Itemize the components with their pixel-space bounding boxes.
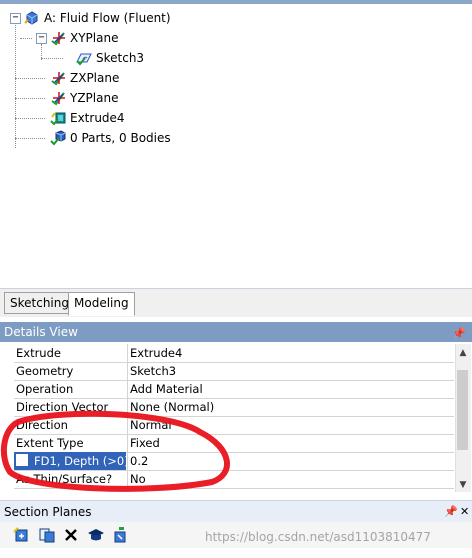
tree-item-zxplane[interactable]: ZXPlane bbox=[50, 69, 119, 87]
tree-connector bbox=[15, 118, 45, 119]
details-view-header: Details View 📌 bbox=[0, 322, 472, 342]
tree-item-parts-bodies[interactable]: 0 Parts, 0 Bodies bbox=[50, 129, 171, 147]
copy-section-icon[interactable] bbox=[38, 526, 56, 544]
tree-item-sketch3[interactable]: Sketch3 bbox=[76, 49, 144, 67]
details-row[interactable]: Geometry Sketch3 bbox=[14, 362, 454, 381]
scroll-down-icon[interactable]: ▼ bbox=[455, 478, 471, 492]
delete-icon[interactable] bbox=[62, 526, 80, 544]
details-row[interactable]: Extrude Extrude4 bbox=[14, 344, 454, 363]
tree-connector bbox=[20, 38, 32, 39]
tree-item-xyplane[interactable]: XYPlane bbox=[50, 29, 118, 47]
details-scroll-thumb[interactable] bbox=[457, 370, 468, 450]
tree-connector bbox=[41, 58, 63, 59]
property-value[interactable]: None (Normal) bbox=[127, 398, 455, 416]
watermark-text: https://blog.csdn.net/asd1103810477 bbox=[205, 530, 431, 544]
edit-icon[interactable] bbox=[111, 526, 129, 544]
property-name: Operation bbox=[16, 382, 74, 396]
pin-icon[interactable]: 📌 bbox=[444, 501, 458, 523]
property-value[interactable]: Fixed bbox=[127, 434, 455, 452]
parameter-checkbox[interactable] bbox=[16, 454, 28, 466]
details-row[interactable]: Extent Type Fixed bbox=[14, 434, 454, 453]
tree-item-label: ZXPlane bbox=[70, 71, 120, 85]
tree-root-item[interactable]: A: Fluid Flow (Fluent) bbox=[24, 9, 171, 27]
scroll-up-icon[interactable]: ▲ bbox=[455, 346, 471, 360]
sketch-icon bbox=[76, 50, 92, 66]
plane-axes-icon bbox=[50, 30, 66, 46]
tree-collapse-toggle[interactable]: − bbox=[10, 13, 21, 24]
tab-modeling[interactable]: Modeling bbox=[68, 292, 135, 316]
section-planes-header: Section Planes 📌 ✕ bbox=[0, 500, 472, 522]
details-row-selected[interactable]: FD1, Depth (>0) 0.2 bbox=[14, 452, 454, 471]
tree-connector bbox=[15, 78, 45, 79]
extrude-icon bbox=[50, 110, 66, 126]
property-name-text: FD1, Depth (>0) bbox=[34, 454, 126, 468]
graduation-cap-icon[interactable] bbox=[87, 526, 105, 544]
details-row[interactable]: Operation Add Material bbox=[14, 380, 454, 399]
tab-sketching[interactable]: Sketching bbox=[4, 292, 75, 314]
property-value[interactable]: No bbox=[127, 470, 455, 488]
details-row[interactable]: Direction Vector None (Normal) bbox=[14, 398, 454, 417]
tree-connector bbox=[15, 22, 16, 148]
tree-item-label: Sketch3 bbox=[96, 51, 145, 65]
new-section-plane-icon[interactable] bbox=[12, 526, 30, 544]
tree-root-label: A: Fluid Flow (Fluent) bbox=[44, 11, 171, 25]
property-value[interactable]: Extrude4 bbox=[127, 344, 455, 362]
tree-connector bbox=[15, 138, 45, 139]
tree-item-yzplane[interactable]: YZPlane bbox=[50, 89, 118, 107]
property-value[interactable]: 0.2 bbox=[127, 452, 455, 470]
tree-panel-top-edge bbox=[0, 0, 472, 4]
property-name: Direction Vector bbox=[16, 400, 109, 414]
tree-item-label: 0 Parts, 0 Bodies bbox=[70, 131, 171, 145]
property-name: Direction bbox=[16, 418, 68, 432]
details-view-title: Details View bbox=[4, 325, 78, 339]
property-name: FD1, Depth (>0) bbox=[14, 452, 126, 470]
property-name: Extrude bbox=[16, 346, 61, 360]
property-name: Extent Type bbox=[16, 436, 84, 450]
pin-icon[interactable]: 📌 bbox=[452, 324, 466, 344]
parts-bodies-icon bbox=[50, 130, 66, 146]
property-name: Geometry bbox=[16, 364, 74, 378]
property-value[interactable]: Sketch3 bbox=[127, 362, 455, 380]
property-name: As Thin/Surface? bbox=[16, 472, 113, 486]
tree-connector bbox=[15, 98, 45, 99]
tree-item-extrude4[interactable]: Extrude4 bbox=[50, 109, 125, 127]
plane-axes-icon bbox=[50, 70, 66, 86]
section-planes-list bbox=[0, 548, 472, 558]
property-value[interactable]: Add Material bbox=[127, 380, 455, 398]
close-icon[interactable]: ✕ bbox=[460, 501, 469, 523]
tree-item-label: YZPlane bbox=[70, 91, 119, 105]
plane-axes-icon bbox=[50, 90, 66, 106]
geometry-icon bbox=[24, 10, 40, 26]
property-value[interactable]: Normal bbox=[127, 416, 455, 434]
tree-item-label: Extrude4 bbox=[70, 111, 125, 125]
details-row[interactable]: Direction Normal bbox=[14, 416, 454, 435]
section-planes-title: Section Planes bbox=[4, 505, 92, 519]
details-row[interactable]: As Thin/Surface? No bbox=[14, 470, 454, 489]
tree-collapse-toggle[interactable]: − bbox=[36, 33, 47, 44]
tree-item-label: XYPlane bbox=[70, 31, 119, 45]
